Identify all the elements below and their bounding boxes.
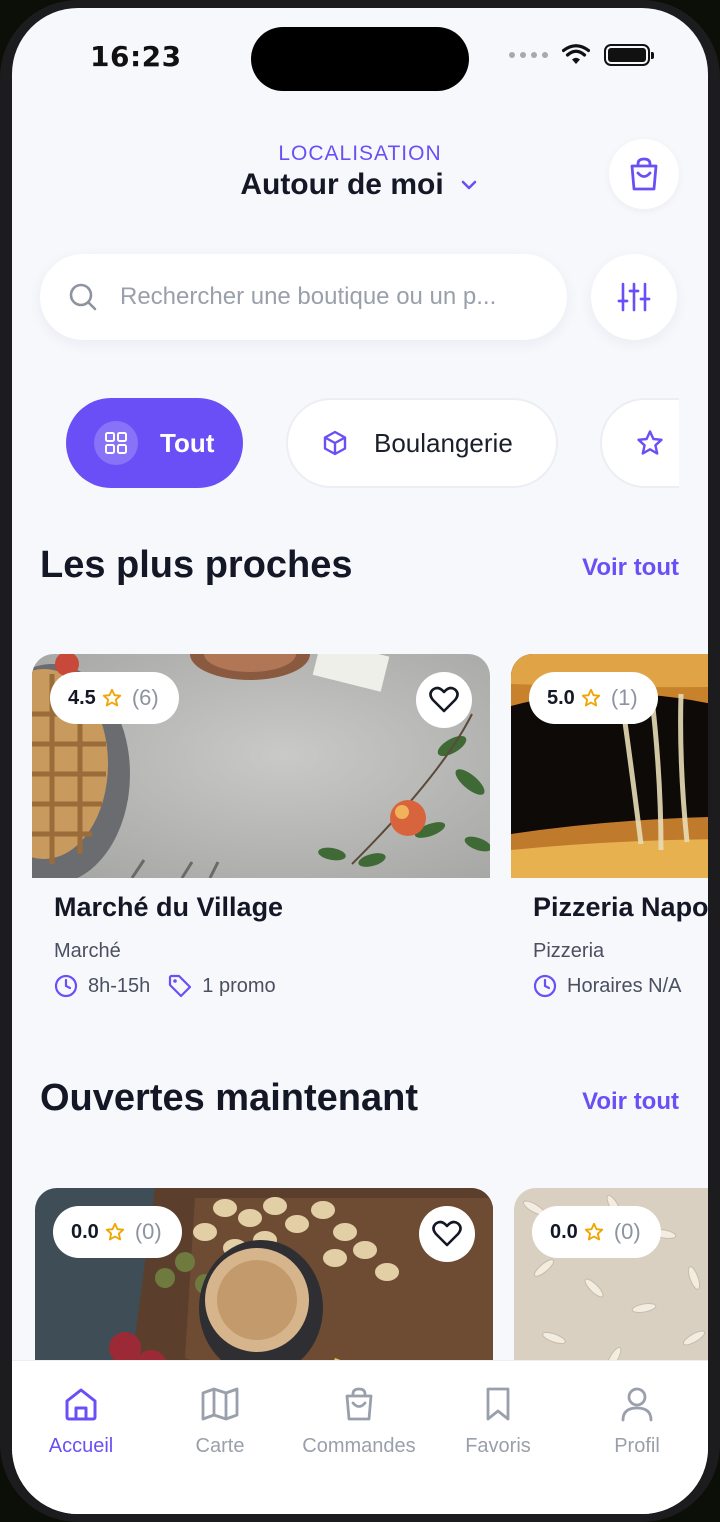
- see-all-open-now-link[interactable]: Voir tout: [582, 1088, 679, 1116]
- star-icon: [105, 1222, 124, 1241]
- star-icon: [584, 1222, 603, 1241]
- tab-commandes[interactable]: Commandes: [290, 1383, 428, 1458]
- rating-count: (6): [131, 685, 159, 710]
- shop-info: Pizzeria Napo Pizzeria Horaires N/A: [511, 878, 708, 1010]
- rating-value: 4.5: [68, 686, 96, 709]
- shop-meta: 8h-15h 1 promo: [54, 974, 276, 998]
- sliders-icon: [617, 282, 651, 312]
- see-all-nearest-link[interactable]: Voir tout: [582, 554, 679, 582]
- chip-favorites[interactable]: [600, 398, 679, 488]
- chevron-down-icon: [461, 180, 476, 190]
- chip-tout[interactable]: Tout: [66, 398, 243, 488]
- wifi-icon: [562, 44, 590, 64]
- clock-icon: [533, 974, 557, 998]
- star-icon: [637, 430, 663, 455]
- clock-icon: [54, 974, 78, 998]
- tag-icon: [169, 974, 192, 998]
- section-title-open-now: Ouvertes maintenant: [40, 1077, 418, 1119]
- shopping-bag-icon: [630, 157, 658, 191]
- rating-count: (1): [610, 685, 638, 710]
- tab-accueil[interactable]: Accueil: [12, 1383, 150, 1458]
- location-selector[interactable]: LOCALISATION Autour de moi: [12, 142, 708, 202]
- cart-button[interactable]: [609, 139, 679, 209]
- shop-hours: 8h-15h: [88, 974, 151, 997]
- rating-count: (0): [613, 1219, 641, 1244]
- rating-count: (0): [134, 1219, 162, 1244]
- shop-image: 5.0 (1): [511, 654, 708, 878]
- rating-value: 0.0: [550, 1220, 578, 1243]
- grid-icon: [94, 421, 138, 465]
- tab-favoris[interactable]: Favoris: [429, 1383, 567, 1458]
- search-bar[interactable]: Rechercher une boutique ou un p...: [40, 254, 567, 340]
- star-icon: [581, 688, 600, 707]
- tab-label: Carte: [195, 1435, 245, 1457]
- box-icon: [323, 430, 347, 456]
- shop-info: Marché du Village Marché 8h-15h 1 promo: [32, 878, 490, 1010]
- shop-hours: Horaires N/A: [567, 974, 682, 997]
- rating-value: 5.0: [547, 686, 575, 709]
- bottom-tab-bar: Accueil Carte Commandes Favoris Profil: [12, 1360, 708, 1514]
- status-time: 16:23: [90, 40, 182, 73]
- bookmark-icon: [486, 1387, 510, 1421]
- rating-badge: 5.0 (1): [529, 672, 658, 724]
- tab-label: Profil: [614, 1435, 660, 1457]
- bag-icon: [345, 1387, 373, 1421]
- location-label: LOCALISATION: [278, 142, 442, 165]
- tab-label: Accueil: [48, 1435, 114, 1457]
- phone-frame: 16:23 LOCALISATION Autour de moi Recherc…: [0, 0, 720, 1522]
- rating-value: 0.0: [71, 1220, 99, 1243]
- favorite-button[interactable]: [416, 672, 472, 728]
- app-screen: 16:23 LOCALISATION Autour de moi Recherc…: [12, 8, 708, 1514]
- search-input[interactable]: Rechercher une boutique ou un p...: [120, 283, 496, 311]
- shop-name: Marché du Village: [54, 892, 284, 922]
- location-value: Autour de moi: [240, 168, 444, 201]
- section-title-nearest: Les plus proches: [40, 544, 353, 586]
- shop-name: Pizzeria Napo: [533, 892, 708, 922]
- status-indicators: [509, 44, 654, 66]
- signal-icon: [509, 52, 548, 58]
- shop-image: 4.5 (6): [32, 654, 490, 878]
- tab-carte[interactable]: Carte: [151, 1383, 289, 1458]
- favorite-button[interactable]: [419, 1206, 475, 1262]
- shop-category: Marché: [54, 940, 121, 962]
- location-value-row[interactable]: Autour de moi: [240, 168, 479, 202]
- shop-promo: 1 promo: [202, 974, 276, 997]
- heart-icon: [429, 686, 459, 713]
- dynamic-island: [251, 27, 469, 91]
- tab-label: Favoris: [465, 1435, 531, 1457]
- tab-label: Commandes: [302, 1435, 416, 1457]
- rating-badge: 0.0 (0): [532, 1206, 661, 1258]
- battery-icon: [604, 44, 654, 66]
- shop-category: Pizzeria: [533, 940, 605, 962]
- chip-label: Tout: [160, 427, 215, 458]
- home-icon: [65, 1388, 97, 1421]
- user-icon: [621, 1387, 653, 1422]
- rating-badge: 4.5 (6): [50, 672, 179, 724]
- rating-badge: 0.0 (0): [53, 1206, 182, 1258]
- category-chips: Tout Boulangerie: [12, 398, 679, 488]
- chip-label: Boulangerie: [374, 427, 513, 458]
- filter-button[interactable]: [591, 254, 677, 340]
- shop-meta: Horaires N/A: [533, 974, 681, 998]
- heart-icon: [432, 1220, 462, 1247]
- chip-boulangerie[interactable]: Boulangerie: [286, 398, 558, 488]
- star-icon: [102, 688, 121, 707]
- tab-profil[interactable]: Profil: [568, 1383, 706, 1458]
- map-icon: [201, 1387, 239, 1421]
- search-icon: [69, 283, 97, 311]
